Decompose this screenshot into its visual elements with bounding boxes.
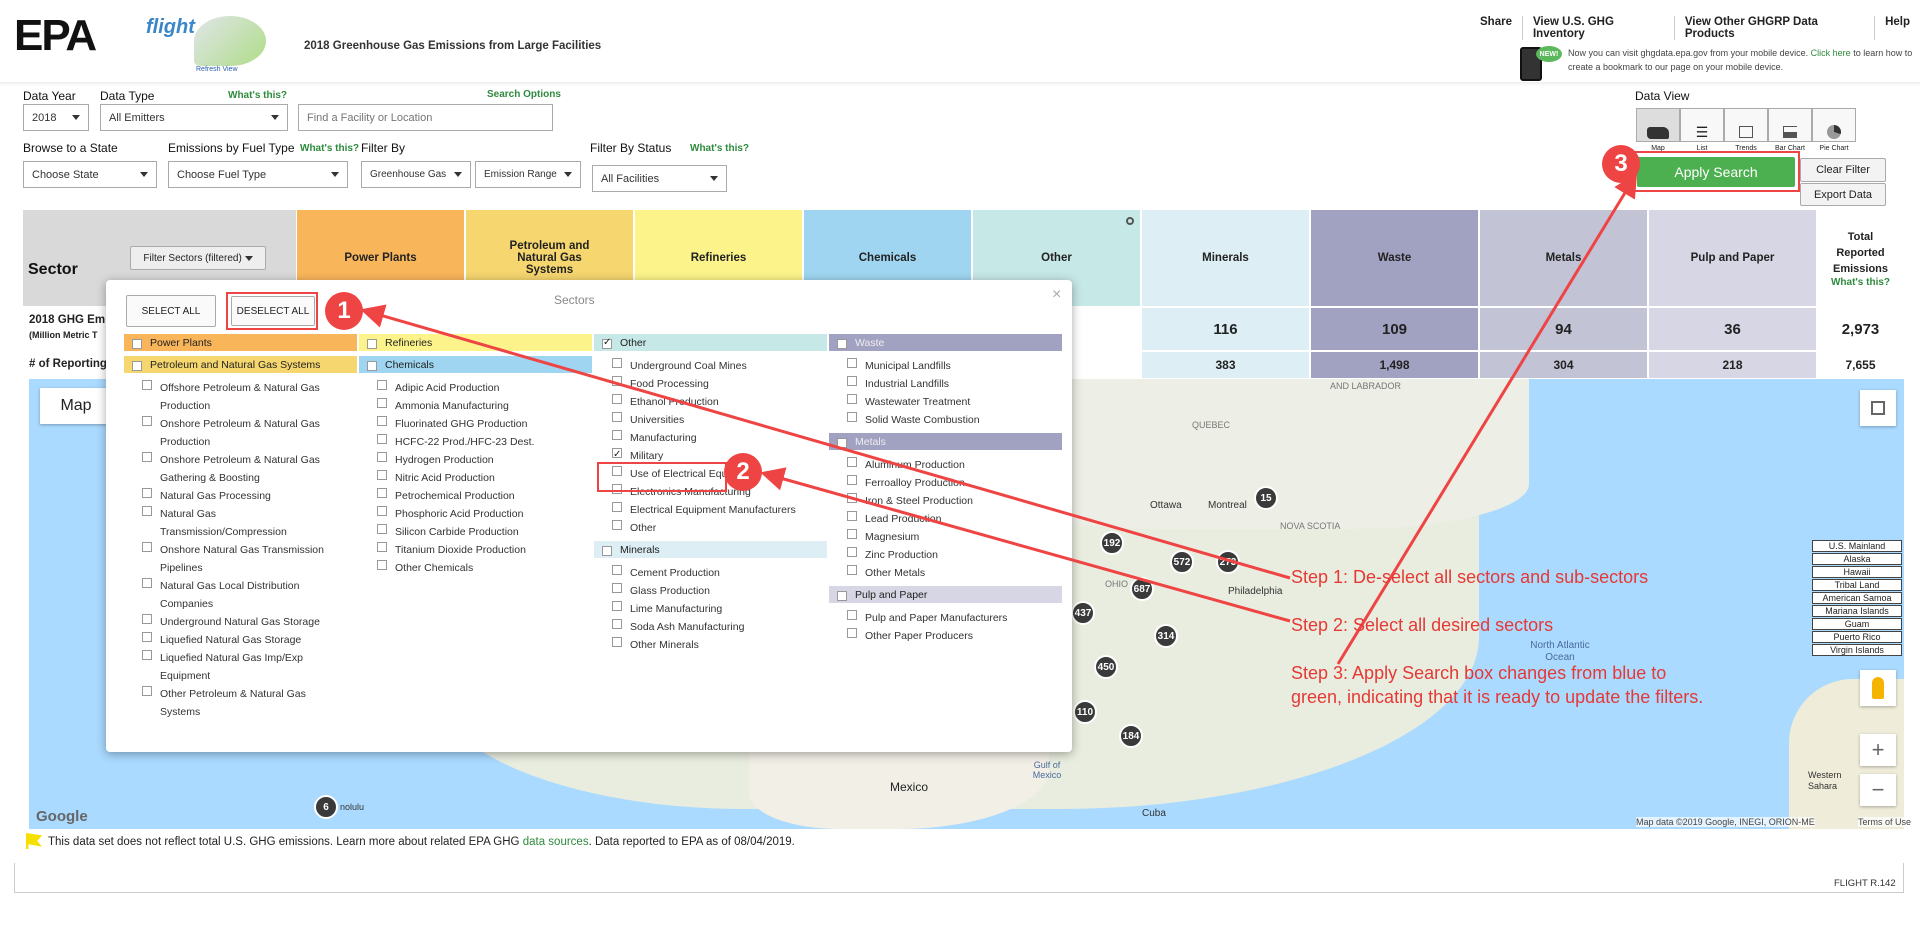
annotation-arrows xyxy=(360,172,1638,665)
annotation-step-1: Step 1: De-select all sectors and sub-se… xyxy=(1291,567,1649,587)
annotation-badge-3: 3 xyxy=(1602,145,1640,183)
arrow-step-3 xyxy=(1336,172,1638,665)
footer-box xyxy=(14,863,1904,893)
annotation-step-3-line1: Step 3: Apply Search box changes from bl… xyxy=(1291,663,1667,683)
arrow-step-1 xyxy=(360,304,1291,580)
arrow-step-2 xyxy=(760,467,1291,623)
version-label: FLIGHT R.142 xyxy=(1834,878,1896,889)
annotation-badge-2: 2 xyxy=(724,453,762,491)
annotation-step-3-line2: green, indicating that it is ready to up… xyxy=(1291,687,1704,707)
footer-note: This data set does not reflect total U.S… xyxy=(48,836,795,848)
annotation-step-2: Step 2: Select all desired sectors xyxy=(1291,615,1554,635)
data-sources-link[interactable]: data sources xyxy=(523,836,589,848)
annotation-badge-1: 1 xyxy=(325,292,363,330)
